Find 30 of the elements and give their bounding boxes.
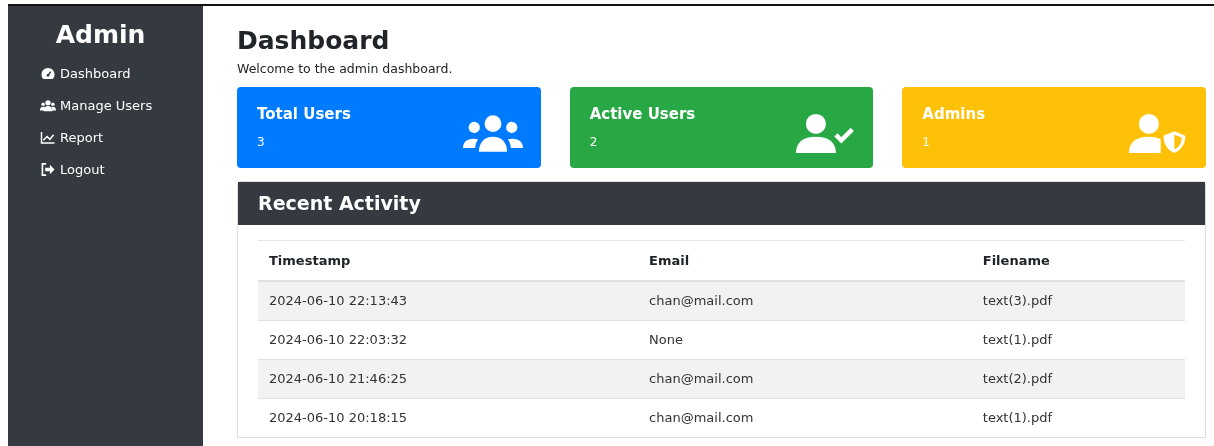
panel-title: Recent Activity [258, 192, 421, 214]
table-cell: text(1).pdf [971, 398, 1185, 437]
table-cell: chan@mail.com [638, 359, 972, 398]
sidebar-title: Admin [54, 20, 147, 49]
table-cell: text(3).pdf [971, 281, 1185, 320]
sidebar-link[interactable]: Manage Users [8, 89, 203, 121]
page-subtitle: Welcome to the admin dashboard. [237, 61, 454, 76]
card-title: Active Users [589, 105, 696, 123]
card-value: 1 [922, 135, 931, 149]
user-check-icon [795, 113, 856, 153]
sidebar-link[interactable]: Report [8, 121, 203, 153]
table-cell: text(2).pdf [971, 359, 1185, 398]
users-icon [40, 98, 56, 112]
table-cell: 2024-06-10 21:46:25 [258, 359, 639, 398]
card-title: Total Users [257, 105, 351, 123]
line-chart-icon [40, 130, 56, 144]
logout-icon [40, 162, 56, 176]
table-cell: chan@mail.com [638, 281, 972, 320]
table-cell: chan@mail.com [638, 398, 972, 437]
table-cell: 2024-06-10 20:18:15 [258, 398, 639, 437]
user-shield-icon [1128, 113, 1188, 153]
users-icon [462, 113, 523, 153]
sidebar-link[interactable]: Logout [8, 153, 203, 185]
table-cell: 2024-06-10 22:13:43 [258, 281, 639, 320]
card-value: 3 [257, 135, 266, 149]
card-title: Admins [922, 105, 986, 123]
sidebar-link[interactable]: Dashboard [8, 57, 203, 89]
card-value: 2 [589, 135, 599, 149]
gauge-icon [40, 66, 56, 80]
page-title: Dashboard [237, 26, 391, 55]
